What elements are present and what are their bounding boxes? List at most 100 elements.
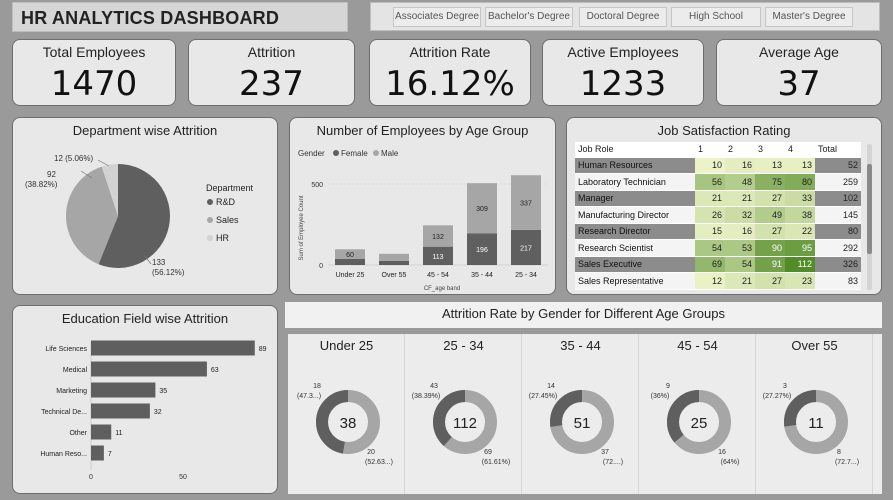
legend-item-male[interactable]: Male — [381, 149, 399, 158]
dashboard-title-bar: HR ANALYTICS DASHBOARD — [12, 2, 348, 32]
donut-label-b: 20 — [367, 449, 375, 456]
category-label: Life Sciences — [45, 346, 87, 353]
donut-label-b: 16 — [718, 449, 726, 456]
total-cell: 326 — [815, 256, 861, 273]
bar[interactable] — [91, 361, 207, 377]
donut-pct-a: (27.45%) — [529, 393, 557, 400]
data-label: 32 — [154, 409, 162, 416]
kpi-label: Attrition — [247, 44, 296, 60]
total-cell: 259 — [815, 173, 861, 191]
column-header[interactable]: 4 — [785, 142, 815, 158]
table-row[interactable]: Manager 21 21 27 33 102 — [575, 190, 861, 207]
job-role-cell: Manufacturing Director — [575, 206, 695, 224]
legend-swatch-hr — [207, 235, 213, 241]
scrollbar-thumb[interactable] — [867, 164, 872, 254]
bar-male[interactable] — [379, 253, 409, 261]
slicer-associates-degree[interactable]: Associates Degree — [393, 7, 481, 27]
data-label: 113 — [432, 254, 443, 261]
rating-cell: 15 — [695, 223, 725, 240]
slicer-high-school[interactable]: High School — [671, 7, 761, 27]
kpi-label: Average Age — [759, 44, 839, 60]
donut-pct-b: (61.61%) — [482, 459, 510, 466]
table-row[interactable]: Research Scientist 54 53 90 95 292 — [575, 239, 861, 257]
bar[interactable] — [91, 340, 255, 356]
bar[interactable] — [91, 424, 112, 440]
x-tick-50: 50 — [179, 474, 187, 481]
table-row[interactable]: Human Resources 10 16 13 13 52 — [575, 157, 861, 174]
bar[interactable] — [91, 403, 150, 419]
column-header[interactable]: Job Role — [575, 142, 695, 158]
data-label: 89 — [259, 346, 267, 353]
age-group-card: Number of Employees by Age Group Gender … — [289, 117, 556, 295]
legend-item-hr[interactable]: HR — [216, 233, 229, 243]
donut-total: 38 — [340, 415, 357, 432]
table-scrollbar[interactable] — [867, 144, 872, 290]
column-header[interactable]: 1 — [695, 142, 725, 158]
data-label: 7 — [108, 451, 112, 458]
donut-label-a: 3 — [783, 383, 787, 390]
bar[interactable] — [91, 382, 156, 398]
rating-cell: 112 — [785, 256, 815, 273]
table-row[interactable]: Laboratory Technician 56 48 75 80 259 — [575, 173, 861, 191]
pie-label-sales: 92 — [47, 170, 56, 179]
bar-female[interactable] — [379, 260, 409, 265]
x-tick-0: 0 — [89, 474, 93, 481]
gender-donuts-header: Attrition Rate by Gender for Different A… — [285, 302, 882, 328]
legend-item-rd[interactable]: R&D — [216, 197, 236, 207]
column-header[interactable]: Total — [815, 142, 861, 158]
data-label: 35 — [159, 388, 167, 395]
slicer-bachelors-degree[interactable]: Bachelor's Degree — [485, 7, 573, 27]
table-row[interactable]: Sales Executive 69 54 91 112 326 — [575, 256, 861, 273]
legend-swatch-rd — [207, 199, 213, 205]
legend-title: Department — [206, 183, 254, 193]
x-tick-label: Over 55 — [382, 272, 407, 279]
job-role-cell: Sales Representative — [575, 272, 695, 290]
rating-cell: 75 — [755, 173, 785, 191]
total-cell: 292 — [815, 239, 861, 257]
table-row[interactable]: Manufacturing Director 26 32 49 38 145 — [575, 206, 861, 224]
donut-label-a: 14 — [547, 383, 555, 390]
x-tick-label: Under 25 — [336, 272, 365, 279]
slicer-doctoral-degree[interactable]: Doctoral Degree — [579, 7, 667, 27]
job-role-cell: Research Director — [575, 223, 695, 240]
table-row[interactable]: Sales Representative 12 21 27 23 83 — [575, 272, 861, 290]
table-row[interactable]: Research Director 15 16 27 22 80 — [575, 223, 861, 240]
rating-cell: 27 — [755, 272, 785, 290]
bar[interactable] — [91, 445, 104, 461]
legend-item-sales[interactable]: Sales — [216, 215, 239, 225]
pie-pct-rd: (56.12%) — [152, 268, 185, 277]
column-header[interactable]: 2 — [725, 142, 755, 158]
rating-cell: 80 — [785, 173, 815, 191]
pie-label-hr: 12 (5.06%) — [54, 154, 93, 163]
legend-item-female[interactable]: Female — [341, 149, 368, 158]
donut-total: 25 — [691, 415, 708, 432]
total-cell: 145 — [815, 206, 861, 224]
data-label: 132 — [432, 234, 444, 241]
job-role-cell: Laboratory Technician — [575, 173, 695, 191]
data-label: 196 — [476, 247, 488, 254]
bar-female[interactable] — [335, 259, 365, 265]
donut-label-a: 9 — [666, 383, 670, 390]
kpi-value: 1233 — [579, 64, 667, 104]
rating-cell: 38 — [785, 206, 815, 224]
donut-panel: 35 - 44 51 14 (27.45%) 37 (72....) — [523, 334, 639, 494]
donut-total: 112 — [453, 415, 477, 432]
rating-cell: 13 — [785, 157, 815, 174]
job-role-cell: Manager — [575, 190, 695, 207]
rating-cell: 48 — [725, 173, 755, 191]
pie-pct-sales: (38.82%) — [25, 180, 58, 189]
job-role-cell: Sales Executive — [575, 256, 695, 273]
rating-cell: 10 — [695, 157, 725, 174]
donut-pct-b: (52.63...) — [365, 459, 393, 466]
donut-panel: 45 - 54 25 9 (36%) 16 (64%) — [640, 334, 756, 494]
rating-cell: 27 — [755, 223, 785, 240]
education-bar-chart: Life Sciences 89 Medical 63 Marketing 35 Techn… — [40, 340, 267, 481]
kpi-value: 16.12% — [385, 64, 515, 104]
rating-cell: 54 — [695, 239, 725, 257]
job-satisfaction-card: Job Satisfaction Rating Job Role 1 2 3 4… — [566, 117, 882, 295]
donut-pct-b: (72.7...) — [835, 459, 859, 466]
donut-pct-a: (47.3...) — [297, 393, 321, 400]
x-axis-label: CF_age band — [424, 286, 460, 292]
column-header[interactable]: 3 — [755, 142, 785, 158]
slicer-masters-degree[interactable]: Master's Degree — [765, 7, 853, 27]
